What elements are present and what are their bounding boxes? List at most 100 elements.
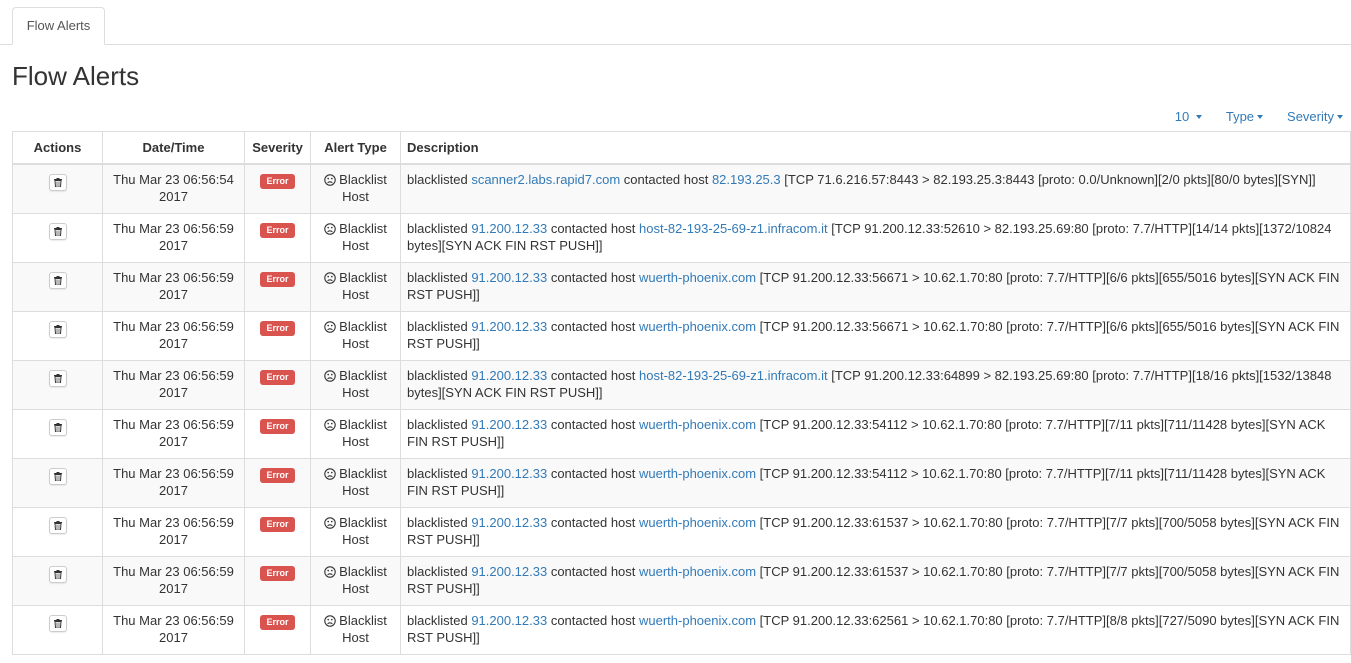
trash-icon xyxy=(53,373,62,383)
destination-host-link[interactable]: host-82-193-25-69-z1.infracom.it xyxy=(639,368,828,383)
alert-type-cell: Blacklist Host xyxy=(310,359,401,410)
destination-host-link[interactable]: wuerth-phoenix.com xyxy=(639,613,756,628)
destination-host-link[interactable]: wuerth-phoenix.com xyxy=(639,319,756,334)
alert-type-label: Blacklist Host xyxy=(339,172,387,204)
delete-alert-button[interactable] xyxy=(48,320,67,338)
table-row: Thu Mar 23 06:56:59 2017 Error Blacklist… xyxy=(12,457,1351,508)
datetime-cell: Thu Mar 23 06:56:59 2017 xyxy=(102,506,245,557)
destination-host-link[interactable]: wuerth-phoenix.com xyxy=(639,515,756,530)
delete-alert-button[interactable] xyxy=(48,467,67,485)
desc-prefix: blacklisted xyxy=(407,612,472,628)
delete-alert-button[interactable] xyxy=(48,271,67,289)
severity-badge: Error xyxy=(260,222,295,238)
alert-type-cell: Blacklist Host xyxy=(310,261,401,312)
source-host-link[interactable]: 91.200.12.33 xyxy=(471,564,547,579)
alert-type-cell: Blacklist Host xyxy=(310,604,401,655)
alert-type-label: Blacklist Host xyxy=(339,318,387,351)
alert-type-label: Blacklist Host xyxy=(339,465,387,498)
delete-alert-button[interactable] xyxy=(48,516,67,534)
severity-badge: Error xyxy=(260,467,295,483)
desc-prefix: blacklisted xyxy=(407,269,472,285)
page-size-value: 10 xyxy=(1174,108,1190,124)
type-filter-label: Type xyxy=(1225,108,1255,124)
trash-icon xyxy=(53,178,62,187)
delete-alert-button[interactable] xyxy=(48,174,67,191)
desc-prefix: blacklisted xyxy=(407,367,472,383)
col-header-actions[interactable]: Actions xyxy=(12,131,103,165)
page-title: Flow Alerts xyxy=(12,61,140,91)
delete-alert-button[interactable] xyxy=(48,369,67,387)
actions-cell xyxy=(12,457,103,508)
source-host-link[interactable]: 91.200.12.33 xyxy=(471,270,547,285)
destination-host-link[interactable]: wuerth-phoenix.com xyxy=(639,564,756,579)
frown-icon xyxy=(324,614,336,627)
table-row: Thu Mar 23 06:56:59 2017 Error Blacklist… xyxy=(12,212,1351,263)
table-row: Thu Mar 23 06:56:59 2017 Error Blacklist… xyxy=(12,555,1351,606)
source-host-link[interactable]: 91.200.12.33 xyxy=(471,319,547,334)
alerts-table-body: Thu Mar 23 06:56:54 2017 Error Blacklist… xyxy=(12,163,1351,655)
desc-prefix: blacklisted xyxy=(407,172,472,187)
desc-mid: contacted host xyxy=(547,367,639,383)
trash-icon xyxy=(53,422,62,432)
description-cell: blacklisted 91.200.12.33 contacted host … xyxy=(400,310,1351,361)
delete-alert-button[interactable] xyxy=(48,418,67,436)
col-header-datetime[interactable]: Date/Time xyxy=(102,131,245,165)
severity-cell: Error xyxy=(244,163,311,214)
desc-prefix: blacklisted xyxy=(407,563,472,579)
alert-type-label: Blacklist Host xyxy=(339,612,387,645)
alert-type-label: Blacklist Host xyxy=(339,416,387,449)
actions-cell xyxy=(12,359,103,410)
severity-badge: Error xyxy=(260,565,295,581)
severity-badge: Error xyxy=(260,271,295,287)
source-host-link[interactable]: 91.200.12.33 xyxy=(471,417,547,432)
destination-host-link[interactable]: wuerth-phoenix.com xyxy=(639,270,756,285)
destination-host-link[interactable]: wuerth-phoenix.com xyxy=(639,417,756,432)
delete-alert-button[interactable] xyxy=(48,565,67,583)
description-cell: blacklisted 91.200.12.33 contacted host … xyxy=(400,261,1351,312)
alert-type-cell: Blacklist Host xyxy=(310,163,401,214)
severity-badge: Error xyxy=(260,418,295,434)
source-host-link[interactable]: 91.200.12.33 xyxy=(471,613,547,628)
source-host-link[interactable]: scanner2.labs.rapid7.com xyxy=(471,172,620,187)
tab-bar: Flow Alerts xyxy=(0,0,1351,45)
actions-cell xyxy=(12,212,103,263)
trash-icon xyxy=(53,569,62,579)
alert-type-cell: Blacklist Host xyxy=(310,310,401,361)
desc-mid: contacted host xyxy=(547,220,639,236)
severity-filter-dropdown[interactable]: Severity xyxy=(1287,109,1343,124)
alert-type-label: Blacklist Host xyxy=(339,220,387,253)
col-header-alert-type[interactable]: Alert Type xyxy=(310,131,401,165)
type-filter-dropdown[interactable]: Type xyxy=(1225,108,1264,124)
destination-host-link[interactable]: wuerth-phoenix.com xyxy=(639,466,756,481)
delete-alert-button[interactable] xyxy=(48,222,67,240)
source-host-link[interactable]: 91.200.12.33 xyxy=(471,466,547,481)
source-host-link[interactable]: 91.200.12.33 xyxy=(471,221,547,236)
tab-flow-alerts[interactable]: Flow Alerts xyxy=(12,7,105,45)
description-cell: blacklisted 91.200.12.33 contacted host … xyxy=(400,604,1351,655)
table-row: Thu Mar 23 06:56:59 2017 Error Blacklist… xyxy=(12,261,1351,312)
col-header-severity[interactable]: Severity xyxy=(244,131,311,165)
table-toolbar: 10 Type Severity xyxy=(1175,106,1343,126)
alerts-table: Actions Date/Time Severity Alert Type De… xyxy=(12,131,1351,655)
caret-down-icon xyxy=(1337,115,1343,120)
table-row: Thu Mar 23 06:56:59 2017 Error Blacklist… xyxy=(12,359,1351,410)
trash-icon xyxy=(53,226,62,236)
page-size-dropdown[interactable]: 10 xyxy=(1175,109,1202,124)
severity-cell: Error xyxy=(244,555,311,606)
datetime-cell: Thu Mar 23 06:56:59 2017 xyxy=(102,212,245,263)
alert-type-label: Blacklist Host xyxy=(339,563,387,596)
description-cell: blacklisted 91.200.12.33 contacted host … xyxy=(400,506,1351,557)
trash-icon xyxy=(53,520,62,530)
actions-cell xyxy=(12,506,103,557)
source-host-link[interactable]: 91.200.12.33 xyxy=(471,368,547,383)
destination-host-link[interactable]: 82.193.25.3 xyxy=(712,172,781,187)
destination-host-link[interactable]: host-82-193-25-69-z1.infracom.it xyxy=(639,221,828,236)
table-row: Thu Mar 23 06:56:59 2017 Error Blacklist… xyxy=(12,604,1351,655)
col-header-description[interactable]: Description xyxy=(400,131,1351,165)
severity-cell: Error xyxy=(244,457,311,508)
delete-alert-button[interactable] xyxy=(48,614,67,632)
frown-icon xyxy=(324,174,336,186)
frown-icon xyxy=(324,369,336,382)
source-host-link[interactable]: 91.200.12.33 xyxy=(471,515,547,530)
severity-cell: Error xyxy=(244,310,311,361)
